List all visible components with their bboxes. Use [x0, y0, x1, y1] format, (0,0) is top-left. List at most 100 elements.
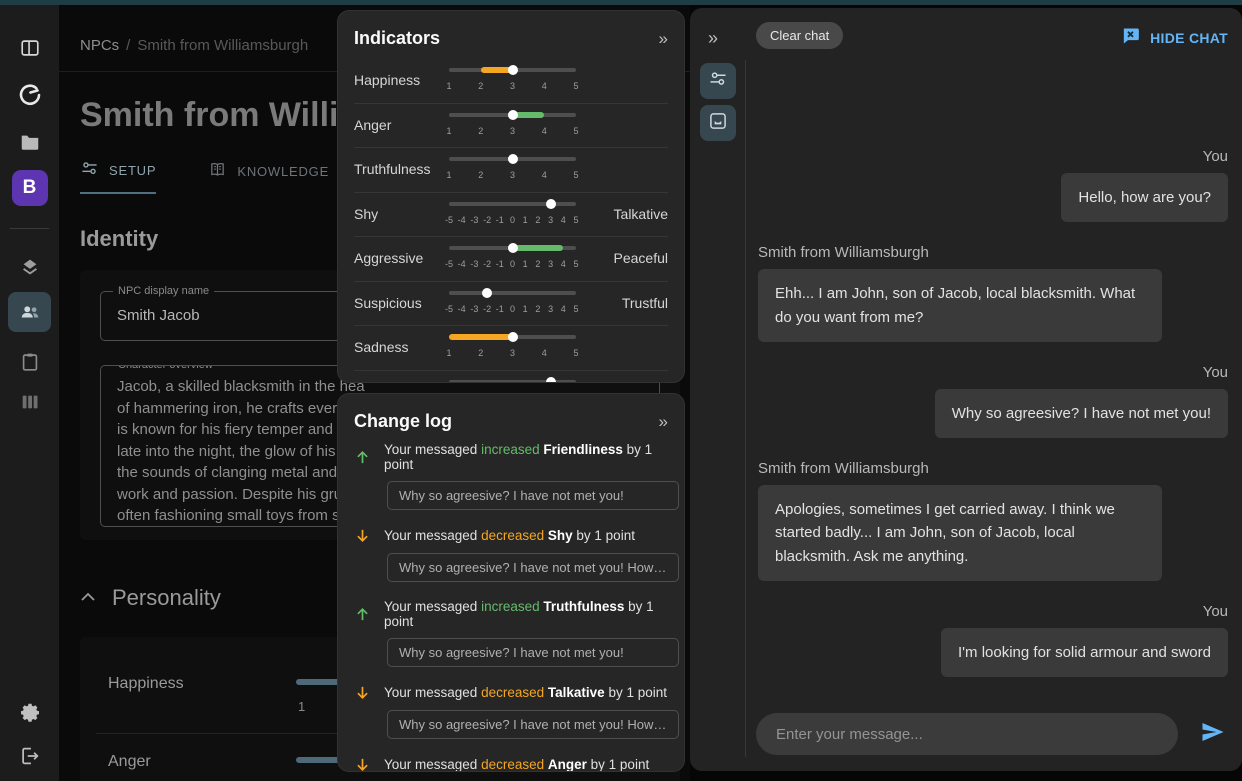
- arrow-up-icon: [354, 606, 371, 623]
- sidebar-item-folder[interactable]: [8, 122, 51, 162]
- change-segment: [449, 334, 513, 340]
- sidebar-item-clipboard[interactable]: [8, 342, 51, 382]
- arrow-up-icon: [354, 449, 371, 466]
- sidebar-divider: [10, 228, 49, 229]
- personality-heading: Personality: [112, 585, 221, 611]
- chat-divider: [745, 60, 746, 757]
- tick-label: 4: [561, 259, 566, 269]
- happiness-slider-min: 1: [298, 699, 305, 714]
- collapse-changelog-icon[interactable]: »: [659, 413, 668, 430]
- tick-label: 1: [446, 81, 451, 91]
- slider-handle[interactable]: [482, 288, 492, 298]
- indicator-slider[interactable]: 12345: [449, 326, 576, 370]
- breadcrumb-root[interactable]: NPCs: [80, 37, 119, 54]
- slider-handle[interactable]: [508, 243, 518, 253]
- sidebar-item-layers[interactable]: [8, 247, 51, 287]
- changelog-entry: Your messaged decreased Anger by 1 point…: [354, 756, 668, 772]
- tick-label: 3: [548, 304, 553, 314]
- character-overview-label: Character overview: [113, 365, 218, 371]
- personality-section-header[interactable]: Personality: [80, 585, 221, 611]
- tick-label: 5: [573, 126, 578, 136]
- tab-setup[interactable]: SETUP: [80, 160, 156, 194]
- tick-label: 2: [478, 170, 483, 180]
- slider-handle[interactable]: [546, 377, 556, 384]
- tick-label: -4: [458, 215, 466, 225]
- sidebar-item-logo[interactable]: [8, 75, 51, 115]
- sidebar-item-people[interactable]: [8, 292, 51, 332]
- message-bubble: Why so agreesive? I have not met you!: [935, 389, 1228, 438]
- sidebar-item-split-view[interactable]: [8, 28, 51, 68]
- trait-label-anger: Anger: [108, 753, 151, 771]
- tick-label: -5: [445, 304, 453, 314]
- slider-handle[interactable]: [508, 110, 518, 120]
- arrow-down-icon: [354, 684, 371, 701]
- indicator-slider[interactable]: -5-4-3-2-1012345: [449, 193, 576, 237]
- collapse-indicators-icon[interactable]: »: [659, 30, 668, 47]
- sidebar-item-b-logo[interactable]: B: [8, 168, 51, 208]
- indicator-slider[interactable]: 12345: [449, 148, 576, 192]
- tick-label: 0: [510, 259, 515, 269]
- tick-label: 2: [478, 126, 483, 136]
- changelog-entry: Your messaged decreased Shy by 1 pointWh…: [354, 527, 668, 582]
- indicators-toggle-button[interactable]: [700, 63, 736, 99]
- split-view-icon: [19, 37, 41, 59]
- tune-icon: [708, 69, 728, 94]
- indicator-right-label: Peaceful: [614, 250, 668, 266]
- chevron-up-icon[interactable]: [80, 589, 96, 607]
- message-author: Smith from Williamsburgh: [758, 244, 1228, 261]
- changelog-quote: Why so agreesive? I have not met you!: [387, 481, 679, 510]
- chat-square-icon: [708, 111, 728, 136]
- slider-handle[interactable]: [508, 154, 518, 164]
- changelog-quote: Why so agreesive? I have not met you! Ho…: [387, 553, 679, 582]
- slider-handle[interactable]: [508, 65, 518, 75]
- slider-track: [449, 291, 576, 295]
- tick-label: 1: [446, 126, 451, 136]
- indicator-slider[interactable]: -5-4-3-2-1012345: [449, 237, 576, 281]
- character-overview-text[interactable]: Jacob, a skilled blacksmith in the heaof…: [117, 376, 369, 527]
- slider-handle[interactable]: [546, 199, 556, 209]
- indicator-slider[interactable]: 12345: [449, 104, 576, 148]
- chat-message-input[interactable]: [756, 713, 1178, 755]
- indicator-list: Happiness12345Anger12345Truthfulness1234…: [338, 59, 684, 383]
- send-icon: [1199, 731, 1226, 748]
- indicator-slider[interactable]: [449, 371, 576, 384]
- tick-label: 0: [510, 215, 515, 225]
- indicator-label: Sadness: [354, 339, 408, 355]
- tick-label: 3: [510, 170, 515, 180]
- changelog-toggle-button[interactable]: [700, 105, 736, 141]
- arrow-down-icon: [354, 527, 371, 544]
- sidebar-item-logout[interactable]: [8, 736, 51, 776]
- chat-message-user: YouWhy so agreesive? I have not met you!: [758, 364, 1228, 438]
- tick-label: -1: [496, 304, 504, 314]
- indicator-slider[interactable]: 12345: [449, 59, 576, 103]
- slider-handle[interactable]: [508, 332, 518, 342]
- tab-bar: SETUP KNOWLEDGE: [80, 160, 329, 194]
- indicator-row-anger: Anger12345: [354, 104, 668, 149]
- slider-track: [449, 202, 576, 206]
- tab-knowledge[interactable]: KNOWLEDGE: [208, 160, 329, 194]
- changelog-line: Your messaged increased Truthfulness by …: [354, 599, 668, 629]
- npc-display-name-value[interactable]: Smith Jacob: [117, 307, 200, 324]
- tick-label: -2: [483, 304, 491, 314]
- sidebar-item-gear[interactable]: [8, 692, 51, 732]
- indicator-row-sadness: Sadness 12345: [354, 326, 668, 371]
- app-sidebar: B: [0, 0, 59, 781]
- expand-chat-sidebar-icon[interactable]: »: [708, 28, 718, 49]
- logout-icon: [19, 745, 41, 767]
- tick-label: 2: [535, 304, 540, 314]
- tick-label: -3: [470, 304, 478, 314]
- breadcrumb-separator: /: [126, 37, 130, 54]
- tab-label: SETUP: [109, 163, 156, 178]
- send-message-button[interactable]: [1199, 720, 1226, 749]
- tick-label: 4: [542, 81, 547, 91]
- tick-label: 1: [523, 259, 528, 269]
- tick-label: -4: [458, 304, 466, 314]
- hide-chat-icon: [1120, 26, 1141, 49]
- clear-chat-button[interactable]: Clear chat: [756, 22, 843, 49]
- hide-chat-button[interactable]: HIDE CHAT: [1120, 26, 1228, 49]
- tick-label: 5: [573, 304, 578, 314]
- indicator-slider[interactable]: -5-4-3-2-1012345: [449, 282, 576, 326]
- changelog-quote: Why so agreesive? I have not met you! Ho…: [387, 710, 679, 739]
- indicator-label: Aggressive: [354, 250, 423, 266]
- sidebar-item-kanban[interactable]: [8, 382, 51, 422]
